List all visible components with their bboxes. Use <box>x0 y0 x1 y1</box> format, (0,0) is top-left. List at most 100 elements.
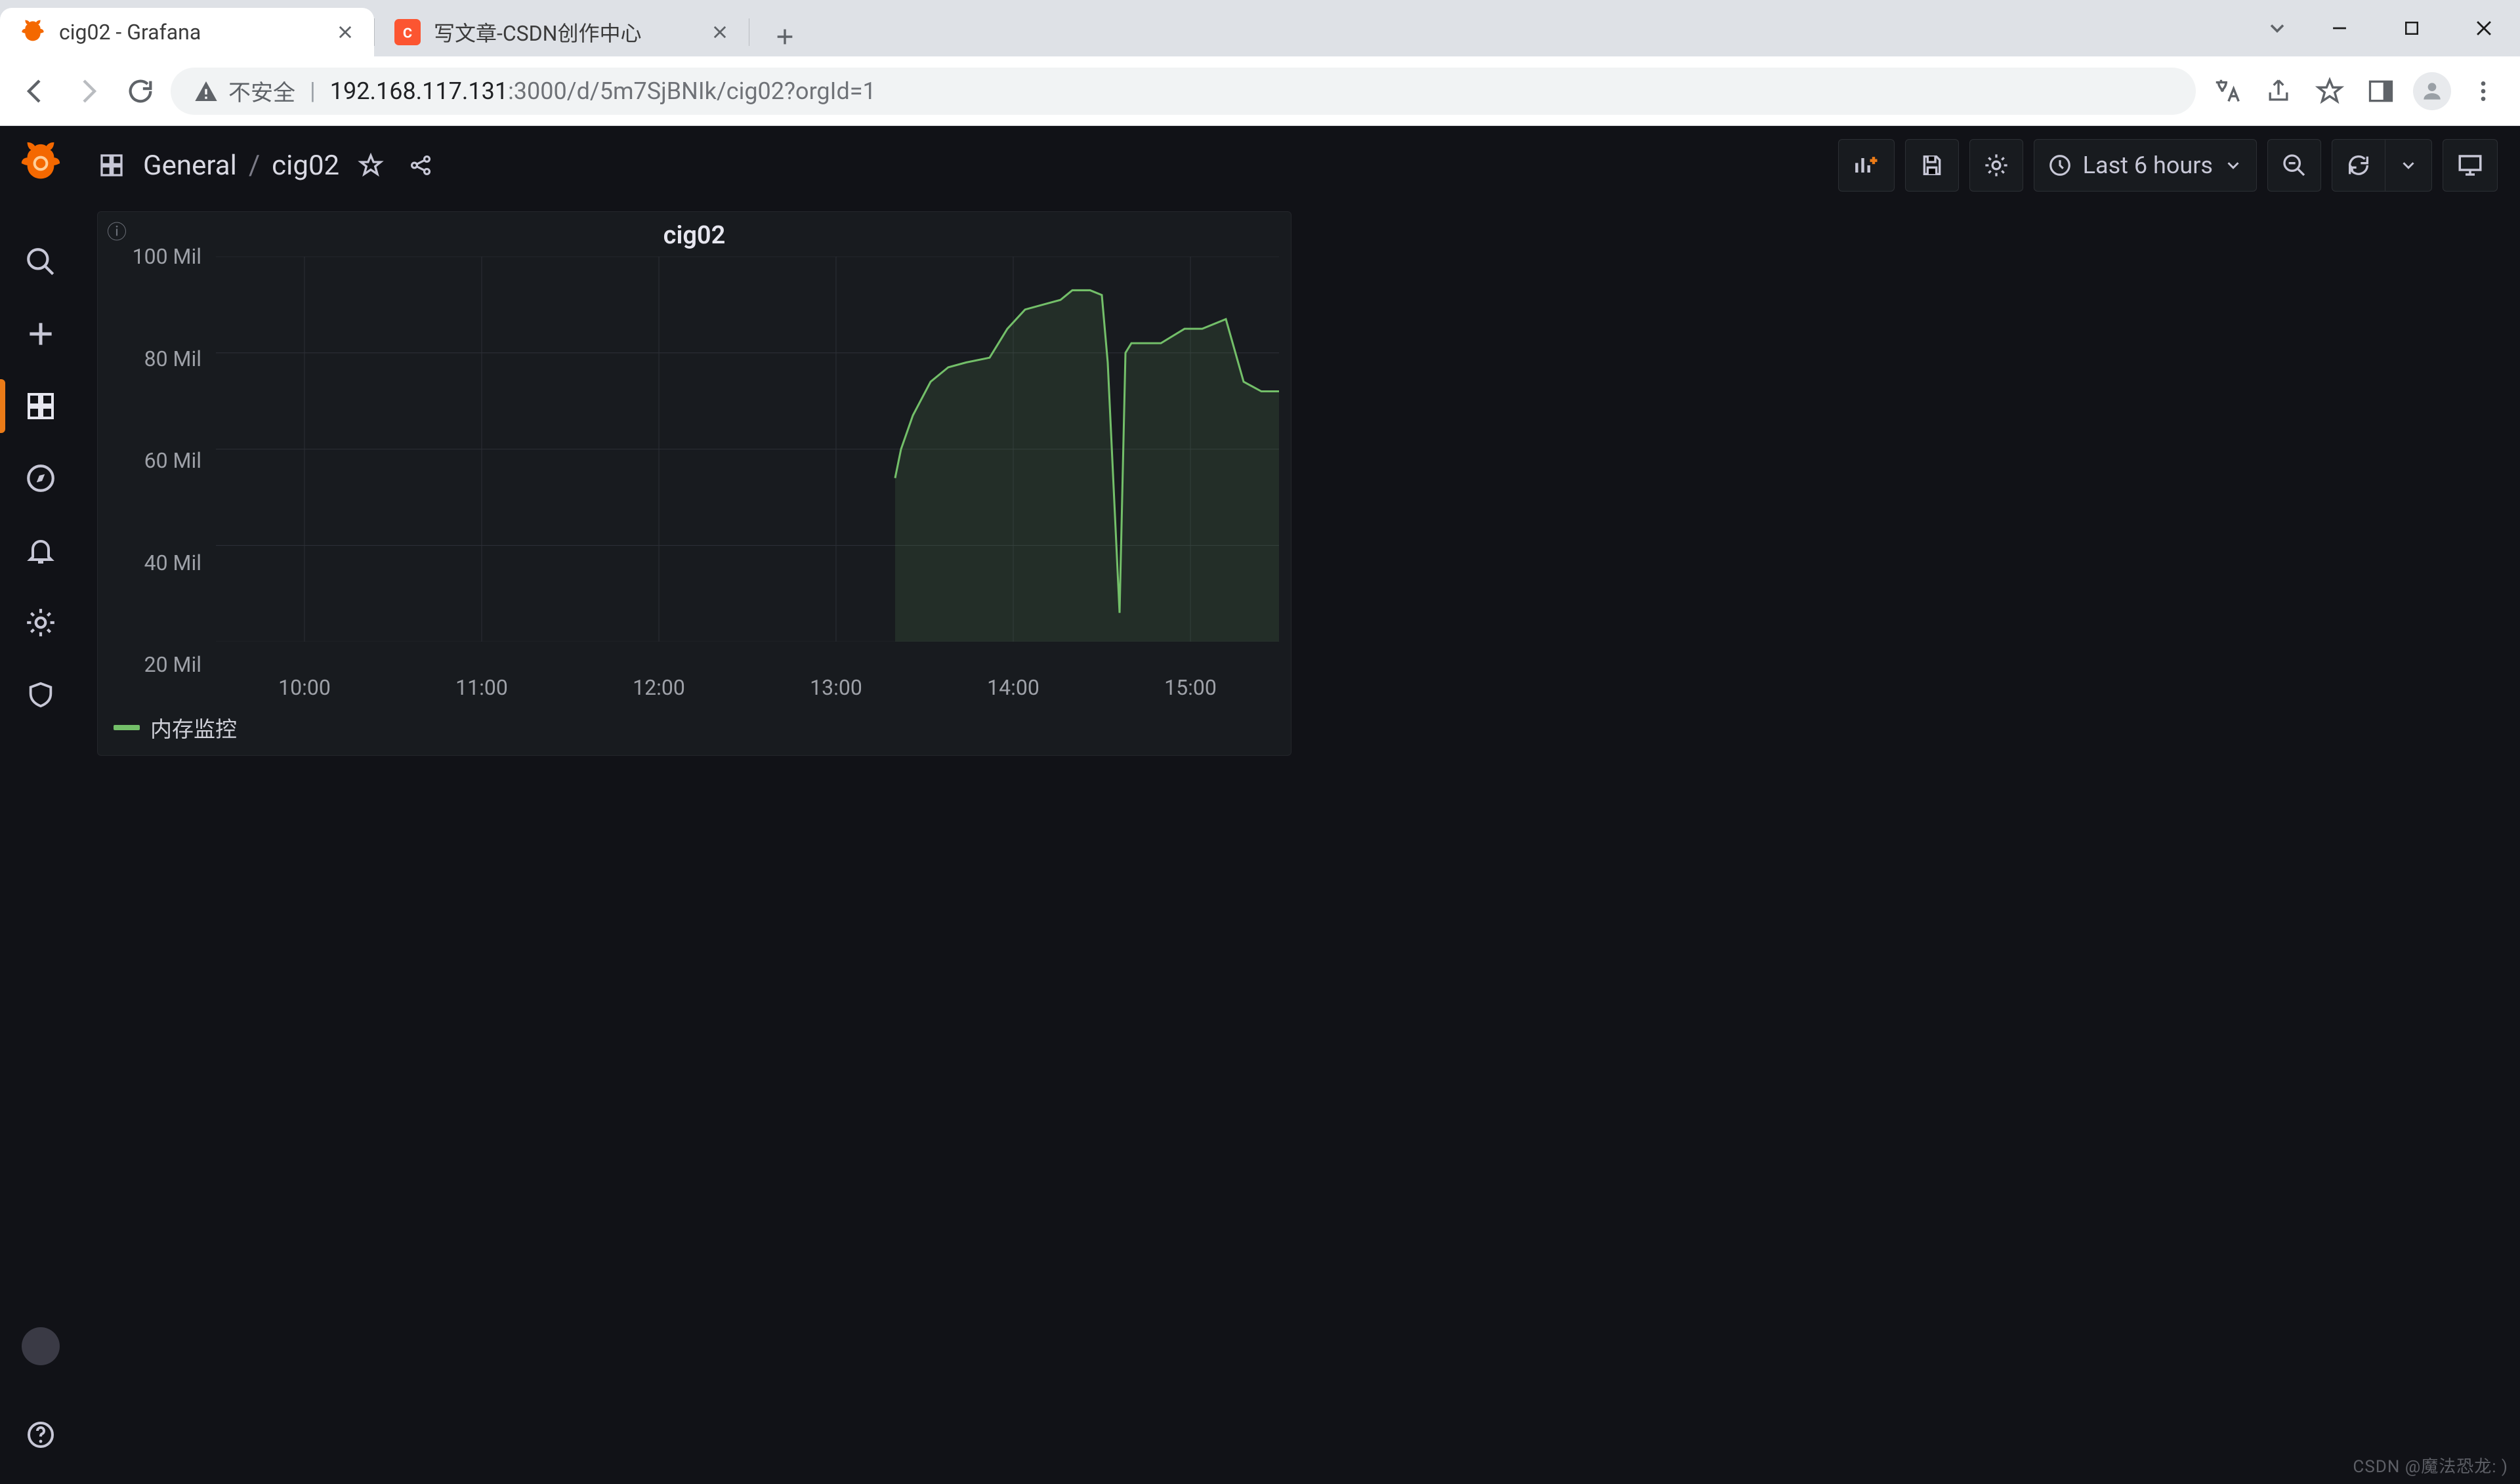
shield-icon <box>26 680 56 710</box>
address-url: 192.168.117.131:3000/d/5m7SjBNIk/cig02?o… <box>330 77 876 105</box>
nav-forward-button[interactable] <box>66 69 110 113</box>
not-secure-label: 不安全 <box>228 75 295 107</box>
x-tick-label: 14:00 <box>987 675 1040 700</box>
breadcrumb-sep: / <box>249 150 260 182</box>
chevron-down-icon <box>2399 155 2418 175</box>
gear-icon <box>1983 152 2009 178</box>
save-icon <box>1919 152 1945 178</box>
add-panel-icon <box>1852 151 1881 180</box>
warning-icon <box>193 78 219 104</box>
y-tick-label: 20 Mil <box>144 652 201 677</box>
x-tick-label: 11:00 <box>455 675 508 700</box>
nav-back-button[interactable] <box>13 69 58 113</box>
sidebar-create-button[interactable] <box>0 298 81 370</box>
refresh-button[interactable] <box>2332 139 2385 192</box>
grafana-favicon-icon <box>20 19 46 45</box>
panel-info-icon[interactable]: ⓘ <box>107 216 127 245</box>
avatar-icon <box>2413 72 2451 110</box>
tab-close-icon[interactable] <box>709 22 730 43</box>
browser-tab-active[interactable]: cig02 - Grafana <box>0 8 374 56</box>
y-tick-label: 80 Mil <box>144 346 201 371</box>
share-dashboard-button[interactable] <box>402 147 439 184</box>
svg-text:C: C <box>403 25 412 41</box>
sidebar-config-button[interactable] <box>0 587 81 659</box>
zoom-out-button[interactable] <box>2267 139 2321 192</box>
grafana-logo-icon[interactable] <box>11 134 70 193</box>
help-icon <box>25 1419 56 1451</box>
share-button[interactable] <box>2255 68 2302 115</box>
browser-tab-title: cig02 - Grafana <box>59 20 322 45</box>
profile-button[interactable] <box>2408 68 2456 115</box>
addr-separator: | <box>310 77 316 105</box>
breadcrumb: General / cig02 <box>143 150 339 182</box>
watermark-text: CSDN @魔法恐龙: ) <box>2353 1453 2508 1477</box>
bookmark-button[interactable] <box>2306 68 2353 115</box>
grafana-app: General / cig02 <box>0 126 2520 1484</box>
add-panel-button[interactable] <box>1838 139 1895 192</box>
gear-icon <box>24 606 57 639</box>
csdn-favicon-icon: C <box>394 19 421 45</box>
new-tab-button[interactable] <box>765 17 805 56</box>
time-range-picker[interactable]: Last 6 hours <box>2034 139 2257 192</box>
tab-close-icon[interactable] <box>335 22 356 43</box>
avatar-icon <box>22 1327 60 1365</box>
monitor-icon <box>2456 152 2484 179</box>
nav-reload-button[interactable] <box>118 69 163 113</box>
time-range-label: Last 6 hours <box>2083 152 2213 179</box>
zoom-out-icon <box>2281 152 2307 178</box>
plus-icon <box>24 318 57 350</box>
refresh-interval-picker[interactable] <box>2385 139 2432 192</box>
share-icon <box>408 153 433 178</box>
search-icon <box>24 245 57 278</box>
sidebar-dashboards-button[interactable] <box>0 370 81 442</box>
breadcrumb-dashboard[interactable]: cig02 <box>272 150 339 182</box>
window-maximize-button[interactable] <box>2376 0 2448 56</box>
sidebar-search-button[interactable] <box>0 226 81 298</box>
translate-button[interactable] <box>2204 68 2251 115</box>
y-tick-label: 60 Mil <box>144 448 201 473</box>
panel-title: cig02 <box>98 212 1291 257</box>
browser-tab[interactable]: C 写文章-CSDN创作中心 <box>375 8 749 56</box>
chart-y-axis: 20 Mil40 Mil60 Mil80 Mil100 Mil <box>106 257 216 665</box>
window-controls <box>2251 0 2520 56</box>
sidebar-admin-button[interactable] <box>0 659 81 731</box>
star-icon <box>358 152 384 178</box>
grafana-sidebar <box>0 126 81 1484</box>
favorite-button[interactable] <box>352 147 389 184</box>
chart-legend[interactable]: 内存监控 <box>98 708 1291 755</box>
bell-icon <box>25 535 56 566</box>
sidebar-explore-button[interactable] <box>0 442 81 514</box>
window-close-button[interactable] <box>2448 0 2520 56</box>
panel-chart: 20 Mil40 Mil60 Mil80 Mil100 Mil <box>98 257 1291 671</box>
dashboards-icon[interactable] <box>93 147 130 184</box>
compass-icon <box>24 462 57 495</box>
breadcrumb-folder[interactable]: General <box>143 150 237 182</box>
refresh-icon <box>2345 152 2372 178</box>
grafana-main: General / cig02 <box>81 126 2520 1484</box>
browser-tab-strip: cig02 - Grafana C 写文章-CSDN创作中心 <box>0 0 2520 56</box>
sidepanel-button[interactable] <box>2357 68 2404 115</box>
not-secure-indicator[interactable]: 不安全 <box>193 75 295 107</box>
window-minimize-button[interactable] <box>2303 0 2376 56</box>
browser-toolbar: 不安全 | 192.168.117.131:3000/d/5m7SjBNIk/c… <box>0 56 2520 126</box>
chrome-menu-button[interactable] <box>2460 68 2507 115</box>
save-dashboard-button[interactable] <box>1905 139 1959 192</box>
address-bar[interactable]: 不安全 | 192.168.117.131:3000/d/5m7SjBNIk/c… <box>171 68 2196 115</box>
clock-icon <box>2048 153 2072 178</box>
grafana-topbar: General / cig02 <box>81 126 2520 205</box>
view-mode-button[interactable] <box>2443 139 2498 192</box>
y-tick-label: 100 Mil <box>133 244 201 269</box>
panel-cig02[interactable]: ⓘ cig02 20 Mil40 Mil60 Mil80 Mil100 Mil … <box>97 211 1292 756</box>
chart-plot-area[interactable] <box>216 257 1279 665</box>
legend-swatch <box>114 725 140 730</box>
sidebar-alerting-button[interactable] <box>0 514 81 587</box>
browser-tab-title: 写文章-CSDN创作中心 <box>434 17 696 47</box>
sidebar-help-button[interactable] <box>0 1399 81 1471</box>
x-tick-label: 13:00 <box>810 675 862 700</box>
sidebar-profile-button[interactable] <box>0 1327 81 1399</box>
y-tick-label: 40 Mil <box>144 550 201 575</box>
tab-search-button[interactable] <box>2251 0 2303 56</box>
chevron-down-icon <box>2223 155 2243 175</box>
dashboard-settings-button[interactable] <box>1969 139 2023 192</box>
x-tick-label: 12:00 <box>633 675 685 700</box>
